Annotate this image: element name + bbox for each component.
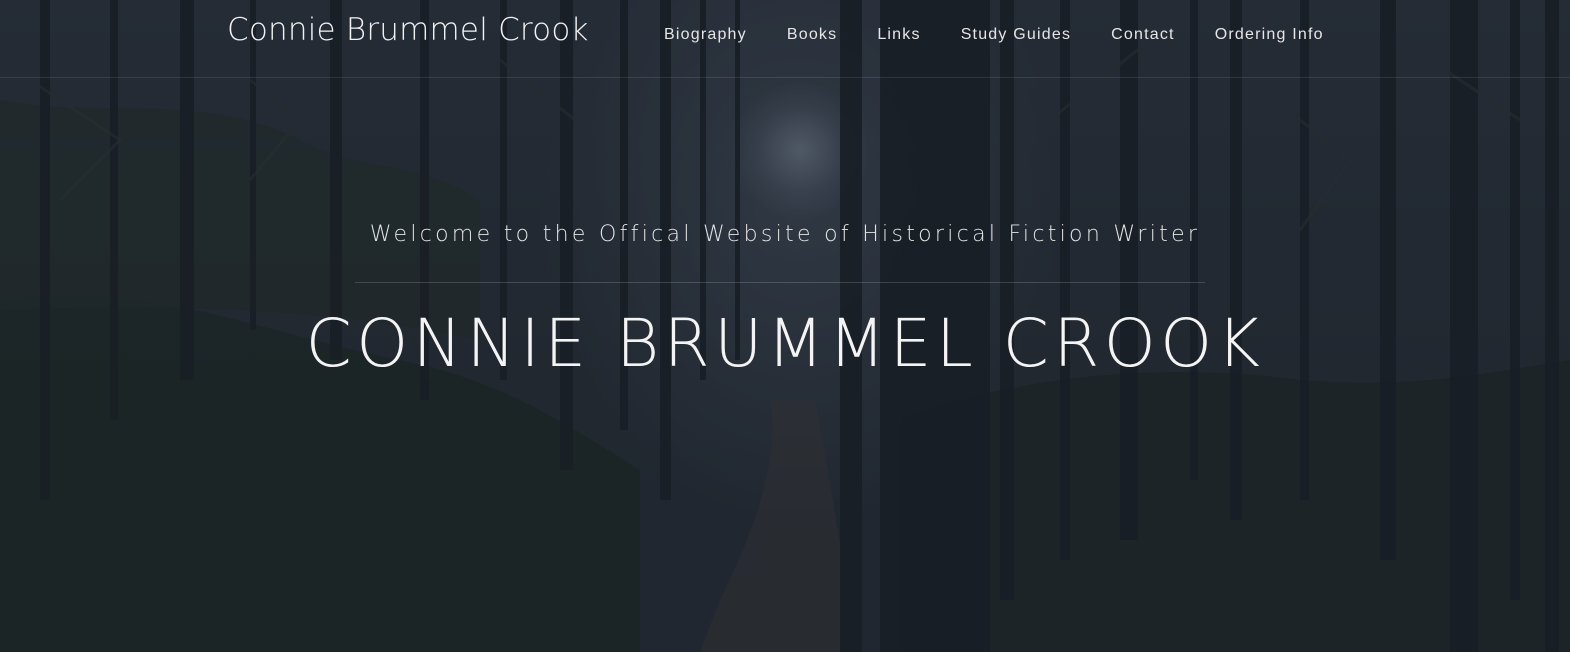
top-navbar: Connie Brummel Crook Biography Books Lin…: [0, 0, 1570, 78]
nav-link-books[interactable]: Books: [787, 26, 837, 44]
nav-link-contact[interactable]: Contact: [1111, 26, 1175, 44]
hero-title: CONNIE BRUMMEL CROOK: [305, 305, 1265, 382]
nav-link-links[interactable]: Links: [877, 26, 920, 44]
nav-link-biography[interactable]: Biography: [664, 26, 747, 44]
welcome-subtitle: Welcome to the Offical Website of Histor…: [369, 222, 1201, 247]
site-brand-logo[interactable]: Connie Brummel Crook: [227, 12, 589, 48]
nav-link-ordering-info[interactable]: Ordering Info: [1215, 26, 1324, 44]
nav-link-study-guides[interactable]: Study Guides: [961, 26, 1071, 44]
main-navigation: Biography Books Links Study Guides Conta…: [664, 26, 1364, 44]
hero-section: Connie Brummel Crook Biography Books Lin…: [0, 0, 1570, 652]
hero-divider: [355, 282, 1205, 283]
